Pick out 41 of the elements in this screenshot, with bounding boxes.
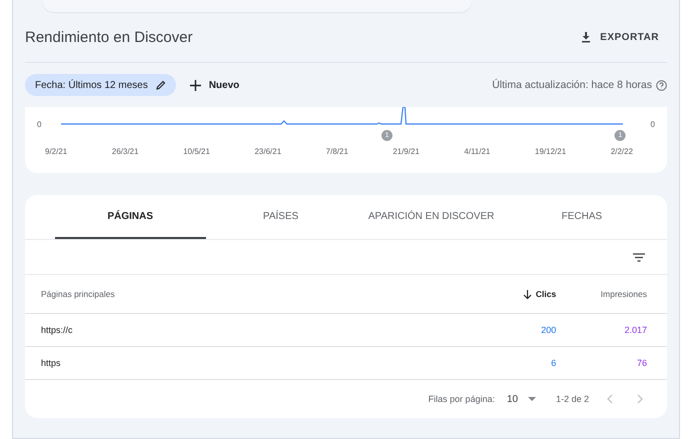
table-cell-text: 2.017 [623, 325, 647, 335]
filter-icon[interactable] [633, 252, 645, 262]
tab[interactable]: PAÍSES [206, 195, 356, 239]
date-filter-chip[interactable]: Fecha: Últimos 12 meses [25, 74, 176, 96]
y-axis-label: 0 [650, 120, 655, 129]
rows-per-page-label: Filas por página: [428, 394, 495, 404]
help-icon [656, 80, 667, 90]
table-cell-text: https [41, 358, 62, 368]
new-filter-button[interactable]: Nuevo [190, 80, 240, 90]
x-axis-label: 4/11/21 [464, 147, 490, 156]
table-cell-text: 76 [636, 358, 647, 368]
x-axis-label: 21/9/21 [392, 147, 420, 156]
plus-icon [190, 80, 201, 90]
dropdown-icon [528, 397, 536, 401]
last-update-text: Última actualización: hace 8 horas [492, 79, 652, 91]
column-header[interactable]: Impresiones [556, 289, 647, 299]
x-axis-label: 7/8/21 [326, 147, 348, 156]
table-cell-text: 200 [540, 325, 556, 335]
chevron-left-icon[interactable] [607, 394, 613, 404]
tab[interactable]: APARICIÓN EN DISCOVER [356, 195, 506, 239]
x-axis-label: 23/6/21 [254, 147, 282, 156]
download-icon [580, 31, 592, 43]
chevron-right-icon[interactable] [637, 394, 643, 404]
x-axis-label: 9/2/21 [45, 147, 68, 156]
column-header[interactable]: Páginas principales [41, 289, 405, 299]
x-axis-label: 2/2/22 [610, 147, 633, 156]
report-title: Rendimiento en Discover [25, 28, 193, 46]
y-axis-label: 0 [37, 120, 42, 129]
tab[interactable]: PÁGINAS [55, 195, 206, 239]
tab[interactable]: FECHAS [506, 195, 657, 239]
export-button[interactable]: EXPORTAR [572, 31, 667, 43]
sort-arrow-icon [522, 290, 532, 298]
table-cell-text: https://c [41, 325, 74, 335]
pencil-icon [156, 80, 166, 90]
page-range: 1-2 de 2 [556, 394, 589, 404]
x-axis-label: 10/5/21 [183, 147, 210, 156]
column-header[interactable]: Clics [404, 289, 556, 299]
x-axis-label: 26/3/21 [112, 147, 139, 156]
rows-per-page-select[interactable]: 10 [506, 394, 536, 404]
x-axis-label: 19/12/21 [534, 147, 566, 156]
table-cell-text: 6 [550, 358, 556, 368]
